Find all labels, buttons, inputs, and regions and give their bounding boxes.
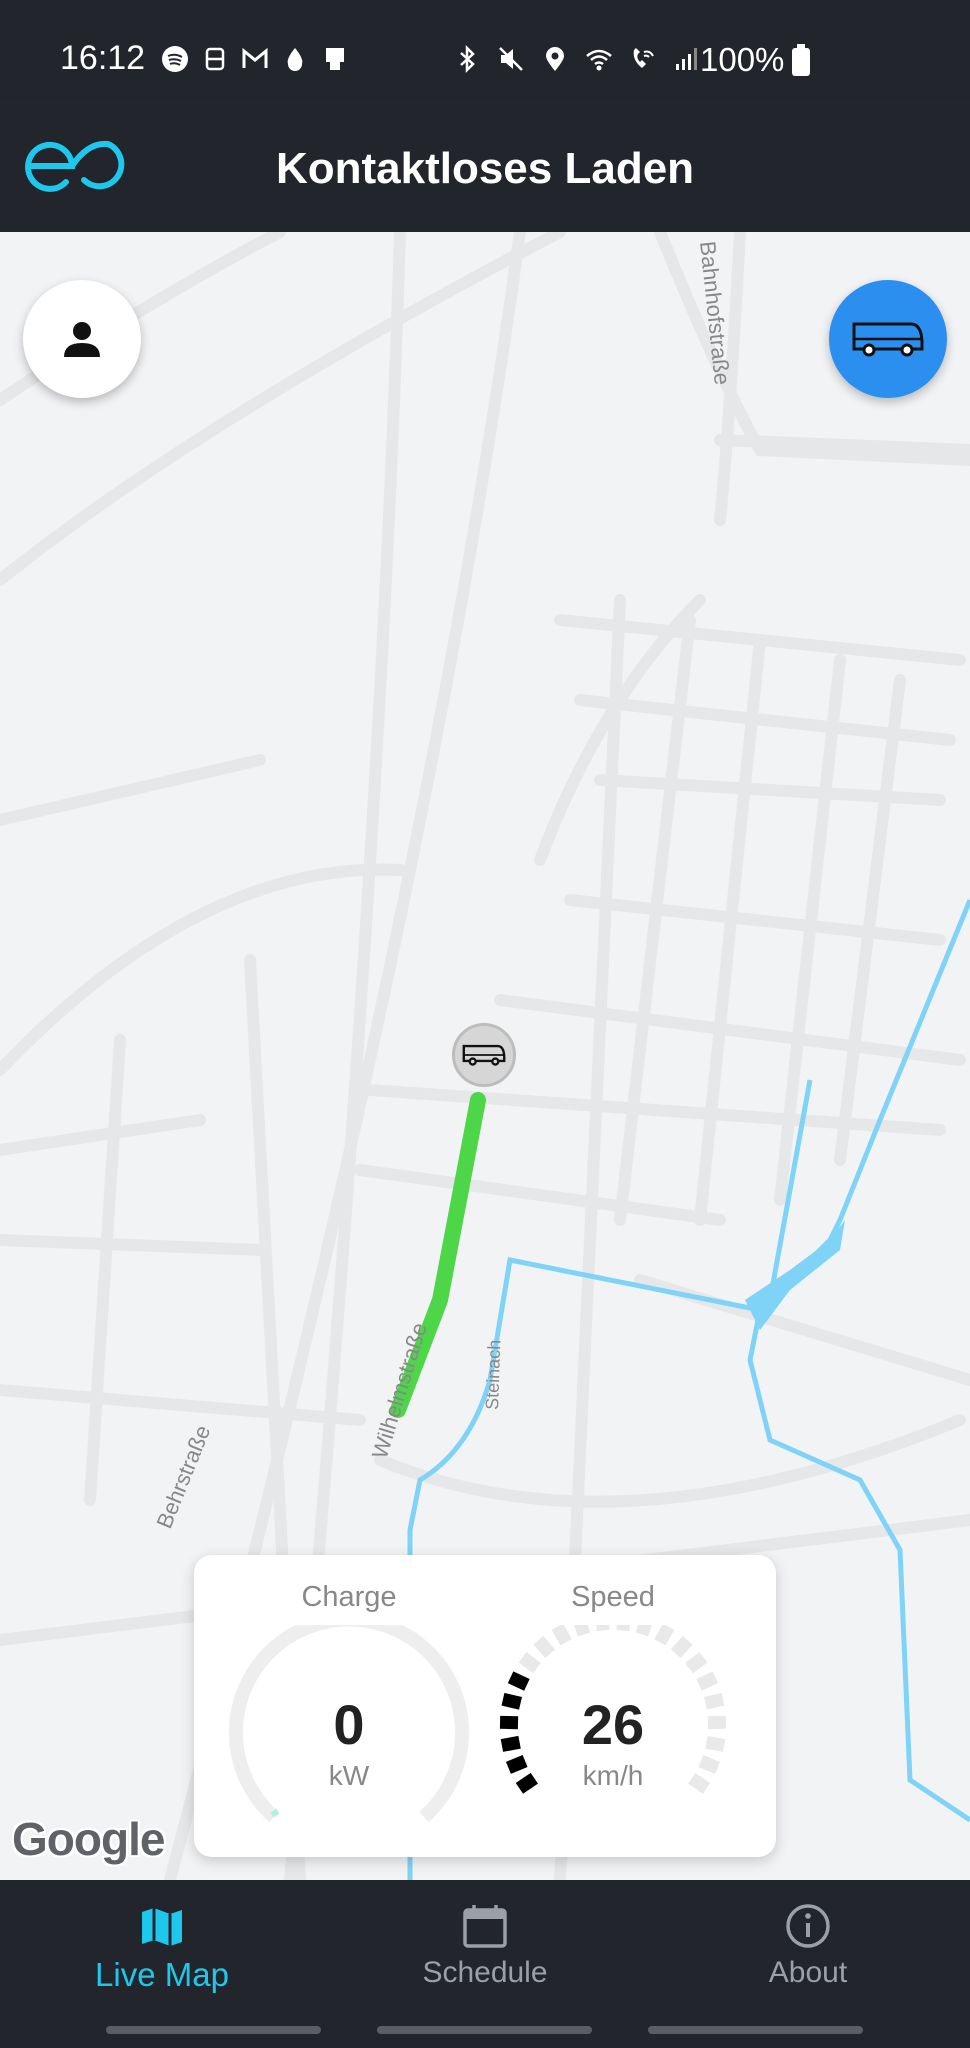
- speed-segment: [507, 1671, 530, 1691]
- signal-icon: [676, 48, 697, 70]
- speed-segment: [596, 1625, 610, 1632]
- spotify-icon: [162, 46, 188, 72]
- speed-segment: [696, 1671, 719, 1691]
- speed-segment: [574, 1625, 591, 1637]
- speed-segment: [616, 1625, 630, 1632]
- speed-gauge: Speed 26 km/h: [478, 1555, 748, 1857]
- battery-percent: 100%: [700, 41, 785, 78]
- system-icons: [452, 44, 702, 74]
- speed-segment: [685, 1652, 708, 1674]
- nav-gesture-bar: [377, 2026, 592, 2034]
- status-bar: 16:12 100%: [0, 0, 970, 100]
- nav-gesture-bar: [106, 2026, 321, 2034]
- tab-schedule[interactable]: Schedule: [323, 1880, 647, 2010]
- notification-icon: [205, 47, 225, 71]
- app-bar: Kontaktloses Laden: [0, 100, 970, 232]
- speed-segment: [518, 1652, 541, 1674]
- speed-value: 26: [581, 1693, 645, 1756]
- cast-icon: [326, 48, 344, 70]
- charge-gauge: Charge 0 kW: [214, 1555, 484, 1857]
- bus-button[interactable]: [829, 280, 947, 398]
- telemetry-card: Charge 0 kW Speed 26 km/h: [194, 1555, 776, 1857]
- profile-button[interactable]: [23, 280, 141, 398]
- map-icon: [142, 1908, 182, 1946]
- drop-icon: [287, 48, 303, 71]
- tab-live-map[interactable]: Live Map: [0, 1880, 324, 2010]
- tab-about[interactable]: About: [646, 1880, 970, 2010]
- tab-label: About: [768, 1956, 848, 1989]
- street-label: Steinach: [482, 1339, 504, 1410]
- bottom-nav: Live Map Schedule About: [0, 1880, 970, 2048]
- nav-gesture-bar: [648, 2026, 863, 2034]
- mute-icon: [499, 47, 523, 71]
- page-title: Kontaktloses Laden: [275, 144, 695, 193]
- charge-label: Charge: [301, 1581, 397, 1613]
- bluetooth-icon: [460, 44, 475, 74]
- notification-icons: [160, 44, 350, 74]
- speed-label: Speed: [571, 1581, 655, 1613]
- user-icon: [64, 322, 100, 357]
- charge-unit: kW: [328, 1760, 370, 1791]
- speed-segment: [670, 1635, 693, 1658]
- status-time: 16:12: [60, 39, 146, 77]
- bus-icon: [852, 322, 924, 357]
- gmail-icon: [242, 47, 268, 68]
- speed-segment: [654, 1625, 675, 1646]
- bus-location-marker[interactable]: [452, 1023, 516, 1087]
- speed-segment: [551, 1625, 572, 1646]
- bus-icon: [462, 1044, 506, 1066]
- speed-segment: [533, 1635, 556, 1658]
- charge-value: 0: [333, 1693, 365, 1756]
- wifi-calling-icon: [633, 48, 654, 68]
- wifi-icon: [586, 49, 612, 71]
- google-attribution: Google: [12, 1813, 165, 1865]
- speed-segment: [635, 1625, 652, 1637]
- tab-label: Schedule: [422, 1956, 548, 1989]
- battery-icon: [792, 44, 810, 76]
- location-icon: [546, 47, 564, 71]
- info-icon: [786, 1904, 830, 1948]
- calendar-icon: [463, 1905, 507, 1948]
- speed-unit: km/h: [582, 1760, 644, 1791]
- tab-label: Live Map: [95, 1956, 229, 1993]
